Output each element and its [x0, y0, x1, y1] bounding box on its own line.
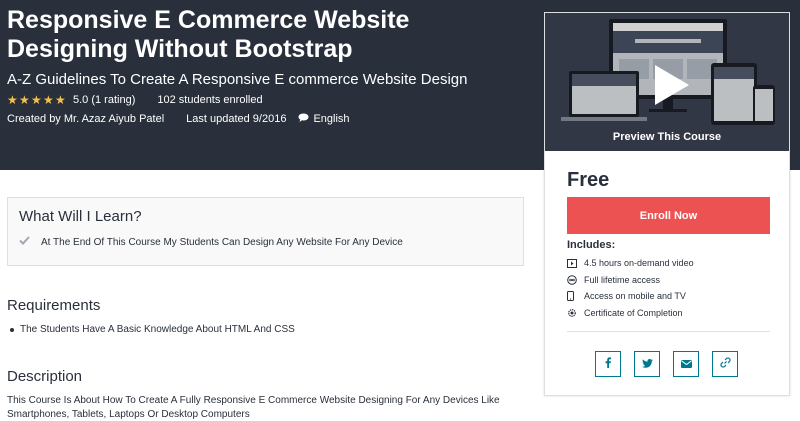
learn-item-text: At The End Of This Course My Students Ca… — [41, 236, 403, 248]
facebook-icon — [605, 355, 611, 373]
learn-item: At The End Of This Course My Students Ca… — [19, 236, 403, 248]
include-label: 4.5 hours on-demand video — [584, 258, 694, 269]
email-icon — [680, 355, 692, 373]
preview-label: Preview This Course — [612, 131, 722, 143]
enroll-button[interactable]: Enroll Now — [567, 197, 770, 234]
check-icon — [19, 236, 33, 248]
include-item: Full lifetime access — [567, 272, 694, 289]
students-enrolled: 102 students enrolled — [157, 94, 263, 106]
what-will-i-learn: What Will I Learn? At The End Of This Co… — [7, 197, 524, 266]
infinity-icon — [567, 274, 581, 285]
purchase-sidebar: Preview This Course Free Enroll Now Incl… — [544, 12, 790, 396]
includes-list: 4.5 hours on-demand video Full lifetime … — [567, 255, 694, 321]
description-text: This Course Is About How To Create A Ful… — [7, 395, 500, 420]
speech-bubble-icon — [298, 113, 309, 126]
course-preview[interactable]: Preview This Course — [545, 13, 789, 151]
star-icon: ★ — [7, 93, 18, 107]
include-label: Access on mobile and TV — [584, 291, 686, 302]
requirements-heading: Requirements — [7, 297, 101, 314]
twitter-icon — [641, 355, 653, 373]
created-by[interactable]: Created by Mr. Azaz Aiyub Patel — [7, 113, 164, 125]
price: Free — [567, 169, 610, 191]
course-subtitle: A-Z Guidelines To Create A Responsive E … — [7, 71, 468, 88]
video-icon — [567, 258, 581, 268]
share-buttons — [595, 351, 751, 377]
share-facebook-button[interactable] — [595, 351, 621, 377]
language-label: English — [313, 113, 350, 125]
description-heading: Description — [7, 368, 83, 385]
star-rating: ★ ★ ★ ★ ★ — [7, 94, 67, 106]
share-email-button[interactable] — [673, 351, 699, 377]
learn-title: What Will I Learn? — [19, 208, 142, 225]
include-item: 4.5 hours on-demand video — [567, 255, 694, 272]
course-title: Responsive E Commerce Website Designing … — [7, 6, 410, 63]
rating-text[interactable]: 5.0 (1 rating) — [73, 94, 135, 106]
share-link-button[interactable] — [712, 351, 738, 377]
include-label: Full lifetime access — [584, 274, 661, 285]
include-item: Access on mobile and TV — [567, 288, 694, 305]
certificate-icon — [567, 308, 581, 318]
requirement-text: The Students Have A Basic Knowledge Abou… — [20, 324, 295, 335]
language: English — [298, 113, 350, 126]
star-icon: ★ — [19, 93, 30, 107]
divider — [567, 331, 770, 332]
star-icon: ★ — [55, 93, 66, 107]
requirements-item: The Students Have A Basic Knowledge Abou… — [10, 324, 295, 335]
link-icon — [719, 355, 731, 373]
star-icon: ★ — [31, 93, 42, 107]
bullet — [10, 327, 14, 332]
rating-row: ★ ★ ★ ★ ★ 5.0 (1 rating) 102 students en… — [7, 93, 263, 107]
includes-title: Includes: — [567, 239, 616, 251]
star-icon: ★ — [43, 93, 54, 107]
include-label: Certificate of Completion — [584, 307, 683, 318]
mobile-icon — [567, 291, 581, 302]
share-twitter-button[interactable] — [634, 351, 660, 377]
author-row: Created by Mr. Azaz Aiyub Patel Last upd… — [7, 112, 350, 126]
last-updated: Last updated 9/2016 — [186, 113, 287, 125]
include-item: Certificate of Completion — [567, 305, 694, 322]
